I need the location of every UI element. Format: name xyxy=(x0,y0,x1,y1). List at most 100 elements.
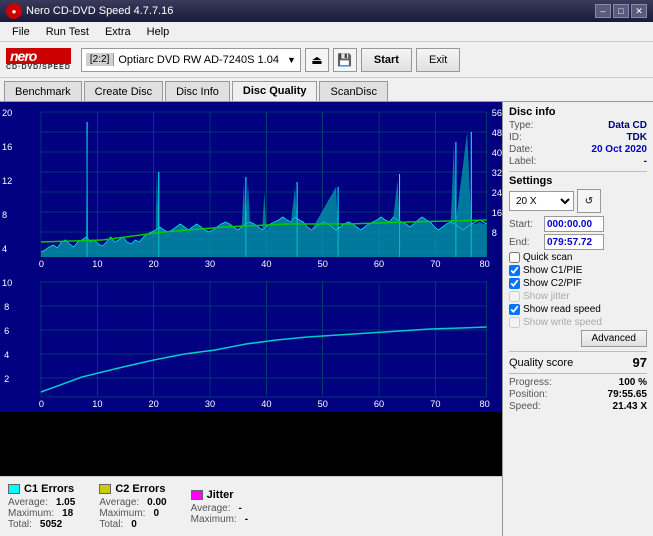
show-c2-label: Show C2/PIF xyxy=(523,278,582,289)
start-time-input[interactable] xyxy=(544,216,604,232)
end-time-input[interactable] xyxy=(544,234,604,250)
minimize-button[interactable]: – xyxy=(595,4,611,18)
show-write-speed-checkbox[interactable] xyxy=(509,317,520,328)
svg-text:20: 20 xyxy=(149,259,159,269)
speed-select[interactable]: 20 X Maximum 4 X 8 X 16 X 24 X 32 X 40 X… xyxy=(509,191,574,211)
settings-section: Settings 20 X Maximum 4 X 8 X 16 X 24 X … xyxy=(509,175,647,347)
svg-text:0: 0 xyxy=(39,259,44,269)
menu-help[interactable]: Help xyxy=(139,24,178,40)
title-bar-text: Nero CD-DVD Speed 4.7.7.16 xyxy=(26,5,595,17)
nero-logo: nero CD·DVD/SPEED xyxy=(6,48,71,71)
drive-label: [2:2] xyxy=(86,53,114,66)
show-read-speed-label: Show read speed xyxy=(523,304,601,315)
right-panel: Disc info Type: Data CD ID: TDK Date: 20… xyxy=(503,102,653,536)
svg-text:16: 16 xyxy=(492,208,502,218)
svg-text:40: 40 xyxy=(261,399,271,409)
start-label: Start: xyxy=(509,219,541,230)
eject-button[interactable]: ⏏ xyxy=(305,48,329,72)
legend-c1: C1 Errors Average: 1.05 Maximum: 18 Tota… xyxy=(8,483,75,530)
svg-text:4: 4 xyxy=(2,244,7,254)
chart2-svg: 10 8 6 4 2 0 10 20 30 40 50 60 70 80 xyxy=(0,272,502,412)
c2-color xyxy=(99,484,111,494)
disc-date-val: 20 Oct 2020 xyxy=(591,144,647,155)
svg-text:80: 80 xyxy=(479,399,489,409)
c1-title: C1 Errors xyxy=(24,483,74,495)
menu-run-test[interactable]: Run Test xyxy=(38,24,97,40)
position-label: Position: xyxy=(509,389,547,400)
show-read-speed-checkbox[interactable] xyxy=(509,304,520,315)
drive-dropdown-arrow[interactable]: ▼ xyxy=(287,55,296,65)
tab-disc-quality[interactable]: Disc Quality xyxy=(232,81,318,101)
svg-text:70: 70 xyxy=(430,399,440,409)
svg-text:12: 12 xyxy=(2,176,12,186)
svg-text:6: 6 xyxy=(4,326,9,336)
chart-c2: 10 8 6 4 2 0 10 20 30 40 50 60 70 80 xyxy=(0,272,502,412)
svg-text:8: 8 xyxy=(4,302,9,312)
svg-text:60: 60 xyxy=(374,399,384,409)
c1-max-label: Maximum: xyxy=(8,508,54,519)
svg-text:2: 2 xyxy=(4,374,9,384)
divider-1 xyxy=(509,171,647,172)
disc-label-val: - xyxy=(644,156,647,167)
jitter-max-label: Maximum: xyxy=(191,514,237,525)
title-bar-buttons: – □ ✕ xyxy=(595,4,647,18)
disc-id-key: ID: xyxy=(509,132,522,143)
drive-select-container: [2:2] Optiarc DVD RW AD-7240S 1.04 ▼ xyxy=(81,48,301,72)
svg-text:56: 56 xyxy=(492,108,502,118)
exit-button[interactable]: Exit xyxy=(416,48,460,72)
svg-text:20: 20 xyxy=(2,108,12,118)
disc-type-key: Type: xyxy=(509,120,533,131)
svg-text:10: 10 xyxy=(92,259,102,269)
menu-extra[interactable]: Extra xyxy=(97,24,139,40)
show-c1-checkbox[interactable] xyxy=(509,265,520,276)
svg-text:8: 8 xyxy=(492,228,497,238)
advanced-button[interactable]: Advanced xyxy=(581,330,647,347)
jitter-max-val: - xyxy=(245,514,248,525)
speed-refresh-button[interactable]: ↺ xyxy=(577,189,601,213)
disc-type-val: Data CD xyxy=(608,120,647,131)
maximize-button[interactable]: □ xyxy=(613,4,629,18)
close-button[interactable]: ✕ xyxy=(631,4,647,18)
divider-3 xyxy=(509,373,647,374)
legend-area: C1 Errors Average: 1.05 Maximum: 18 Tota… xyxy=(0,476,502,536)
disc-label-key: Label: xyxy=(509,156,536,167)
show-c2-checkbox[interactable] xyxy=(509,278,520,289)
svg-text:40: 40 xyxy=(492,148,502,158)
jitter-title: Jitter xyxy=(207,489,234,501)
progress-label: Progress: xyxy=(509,377,552,388)
tab-disc-info[interactable]: Disc Info xyxy=(165,81,230,101)
speed-label: Speed: xyxy=(509,401,541,412)
disc-info-section: Disc info Type: Data CD ID: TDK Date: 20… xyxy=(509,106,647,167)
charts-container: 56 48 40 32 24 16 8 20 16 12 8 4 0 10 xyxy=(0,102,502,476)
tab-create-disc[interactable]: Create Disc xyxy=(84,81,163,101)
quick-scan-checkbox[interactable] xyxy=(509,252,520,263)
quality-score-value: 97 xyxy=(633,355,647,370)
c1-avg-val: 1.05 xyxy=(56,497,75,508)
tab-bar: Benchmark Create Disc Disc Info Disc Qua… xyxy=(0,78,653,102)
svg-text:10: 10 xyxy=(92,399,102,409)
svg-text:50: 50 xyxy=(318,399,328,409)
quick-scan-label: Quick scan xyxy=(523,252,572,263)
disc-id-val: TDK xyxy=(626,132,647,143)
c2-avg-label: Average: xyxy=(99,497,139,508)
start-button[interactable]: Start xyxy=(361,48,412,72)
tab-scan-disc[interactable]: ScanDisc xyxy=(319,81,387,101)
position-val: 79:55.65 xyxy=(608,389,647,400)
svg-text:24: 24 xyxy=(492,188,502,198)
svg-text:8: 8 xyxy=(2,210,7,220)
svg-text:80: 80 xyxy=(479,259,489,269)
save-button[interactable]: 💾 xyxy=(333,48,357,72)
c1-avg-label: Average: xyxy=(8,497,48,508)
tab-benchmark[interactable]: Benchmark xyxy=(4,81,82,101)
svg-text:48: 48 xyxy=(492,128,502,138)
app-icon: ● xyxy=(6,3,22,19)
svg-text:70: 70 xyxy=(430,259,440,269)
show-jitter-checkbox[interactable] xyxy=(509,291,520,302)
c2-total-val: 0 xyxy=(131,519,137,530)
svg-text:16: 16 xyxy=(2,142,12,152)
c2-title: C2 Errors xyxy=(115,483,165,495)
menu-file[interactable]: File xyxy=(4,24,38,40)
divider-2 xyxy=(509,351,647,352)
chart1-svg: 56 48 40 32 24 16 8 20 16 12 8 4 0 10 xyxy=(0,102,502,272)
c2-max-label: Maximum: xyxy=(99,508,145,519)
